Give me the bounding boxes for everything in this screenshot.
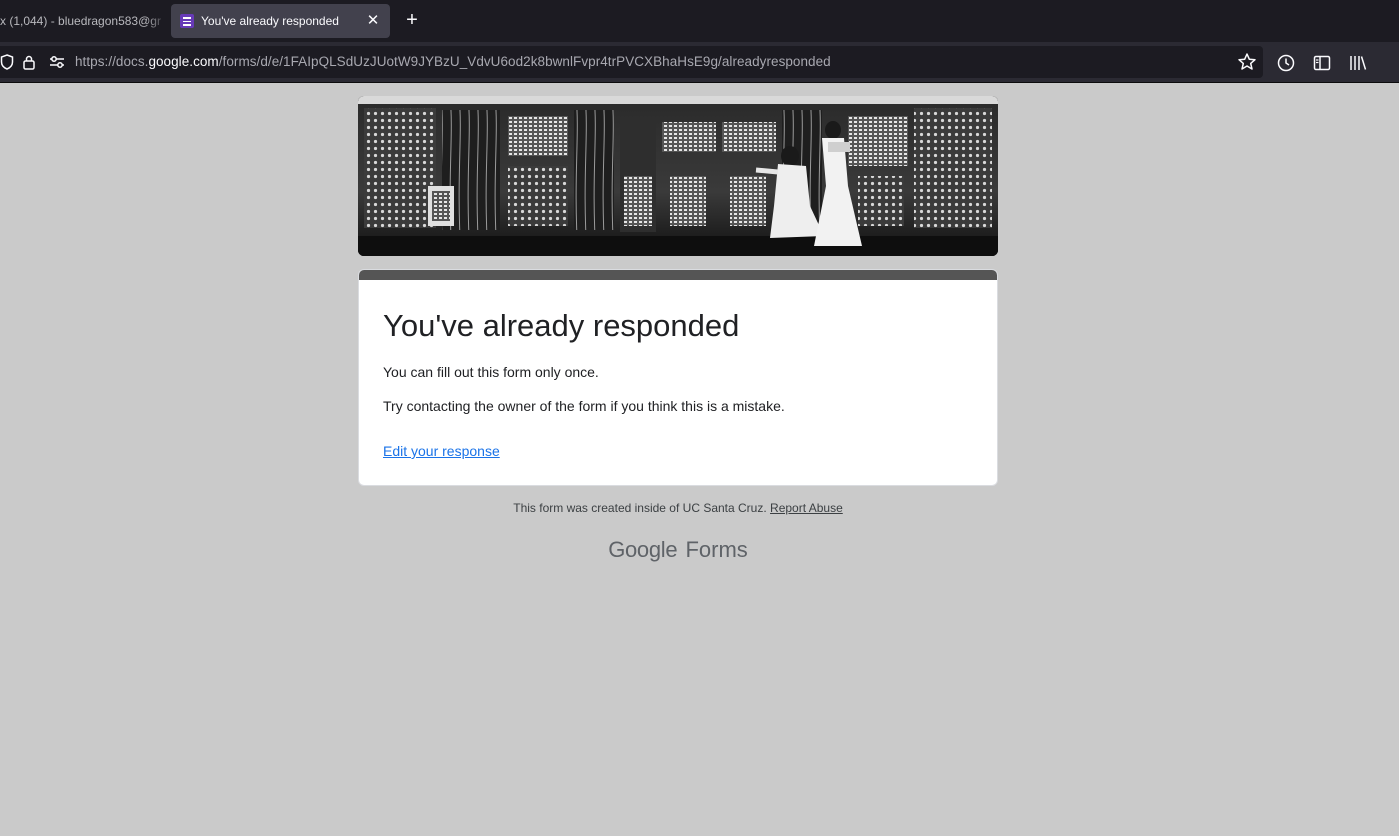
url-text[interactable]: https://docs.google.com/forms/d/e/1FAIpQ… [75,54,831,69]
tab-gmail[interactable]: x (1,044) - bluedragon583@gr [0,4,168,38]
form-header-image [358,96,998,256]
sidebar-icon[interactable] [1312,53,1332,73]
close-icon[interactable]: ✕ [364,12,382,30]
created-inside-text: This form was created inside of UC Santa… [513,501,767,515]
footer-note: This form was created inside of UC Santa… [358,501,998,515]
only-once-message: You can fill out this form only once. [383,364,599,380]
navigation-bar: https://docs.google.com/forms/d/e/1FAIpQ… [0,42,1399,83]
logo-google-text: Google [608,537,678,562]
tab-bar: x (1,044) - bluedragon583@gr You've alre… [0,0,1399,42]
history-icon[interactable] [1276,53,1296,73]
tab-fade [146,4,168,38]
lock-icon[interactable] [20,46,38,78]
google-forms-logo[interactable]: Google Forms [358,537,998,563]
tab-title: x (1,044) - bluedragon583@gr [0,14,161,28]
bookmark-star-icon[interactable] [1237,52,1257,72]
shield-icon[interactable] [0,46,16,78]
page-title: You've already responded [383,308,740,343]
new-tab-icon[interactable]: + [401,9,423,31]
url-host: google.com [148,54,219,69]
confirmation-card: You've already responded You can fill ou… [358,269,998,486]
header-photo [358,96,998,256]
url-path: /forms/d/e/1FAIpQLSdUzJUotW9JYBzU_VdvU6o… [218,54,831,69]
forms-favicon [180,14,194,28]
url-bar[interactable]: https://docs.google.com/forms/d/e/1FAIpQ… [0,46,1263,78]
permissions-icon[interactable] [47,46,67,78]
tab-title: You've already responded [201,14,339,28]
contact-owner-message: Try contacting the owner of the form if … [383,398,785,414]
tab-forms-active[interactable]: You've already responded ✕ [171,4,390,38]
card-accent-bar [359,270,997,280]
url-prefix: https://docs. [75,54,149,69]
edit-response-link[interactable]: Edit your response [383,443,500,459]
library-icon[interactable] [1348,53,1368,73]
logo-forms-text: Forms [685,537,748,562]
report-abuse-link[interactable]: Report Abuse [770,501,843,515]
